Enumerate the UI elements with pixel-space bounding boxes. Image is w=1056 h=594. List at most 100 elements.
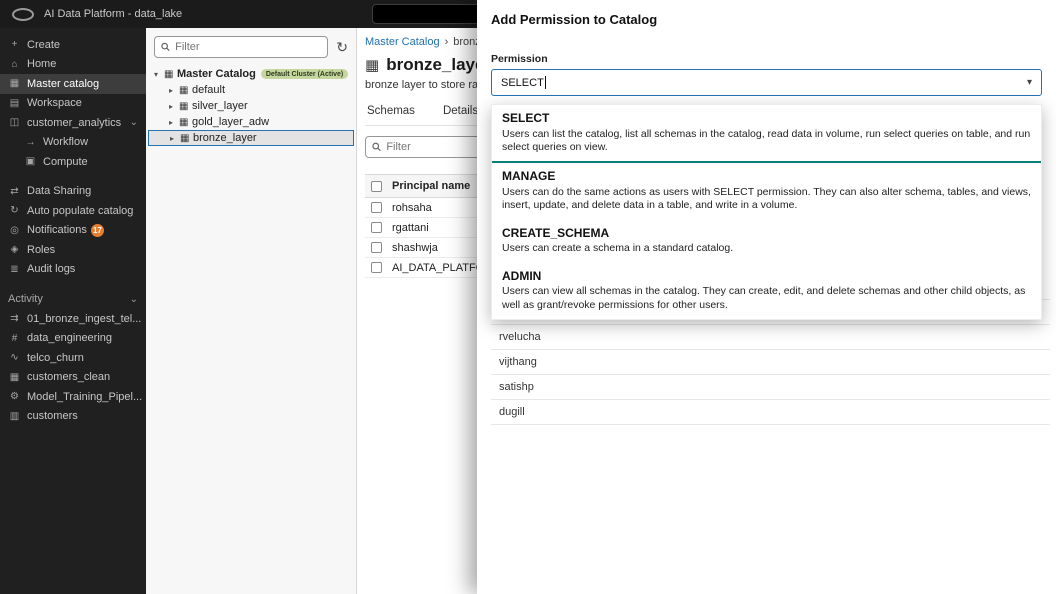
tree-filter[interactable]	[154, 36, 328, 58]
app-logo	[12, 8, 34, 21]
sidebar-item-workspace[interactable]: ▤ Workspace	[0, 94, 146, 114]
sidebar-item-label: Notifications	[27, 224, 87, 236]
option-name: MANAGE	[502, 169, 1031, 183]
breadcrumb-parent-link[interactable]: Master Catalog	[365, 36, 440, 48]
option-description: Users can do the same actions as users w…	[502, 186, 1031, 213]
permission-select-value: SELECT	[501, 77, 544, 89]
app-title: AI Data Platform - data_lake	[44, 8, 182, 20]
sidebar-item-compute[interactable]: ▣ Compute	[0, 152, 146, 172]
app-icon: ◫	[8, 117, 21, 128]
tree-node-master-catalog[interactable]: ▾ ▦ Master Catalog Default Cluster (Acti…	[146, 66, 356, 82]
sidebar-activity-item-4[interactable]: ⚙ Model_Training_Pipel...	[0, 387, 146, 407]
row-checkbox[interactable]	[371, 222, 382, 233]
sidebar-item-label: Create	[27, 39, 60, 51]
sidebar-activity-item-2[interactable]: ∿ telco_churn	[0, 348, 146, 368]
principal-option[interactable]: rvelucha	[491, 325, 1050, 350]
catalog-tree: ▾ ▦ Master Catalog Default Cluster (Acti…	[146, 66, 356, 146]
catalog-tree-panel: ↻ ▾ ▦ Master Catalog Default Cluster (Ac…	[146, 28, 357, 594]
workflow-icon: →	[24, 137, 37, 148]
tree-node-default[interactable]: ▸ ▦ default	[146, 82, 356, 98]
principal-option-label: satishp	[499, 381, 534, 393]
principal-option-label: dugill	[499, 406, 525, 418]
collapse-arrow-icon[interactable]: ▸	[169, 86, 179, 95]
sidebar-item-auto-populate-catalog[interactable]: ↻ Auto populate catalog	[0, 201, 146, 221]
sidebar-item-label: Roles	[27, 244, 55, 256]
sidebar-activity-item-1[interactable]: # data_engineering	[0, 329, 146, 349]
tree-node-label: silver_layer	[192, 100, 248, 112]
chevron-down-icon[interactable]: ⌄	[130, 117, 138, 128]
sidebar-activity-item-0[interactable]: ⇉ 01_bronze_ingest_tel...	[0, 309, 146, 329]
tree-node-label: Master Catalog	[177, 68, 256, 80]
sidebar-spacer	[0, 172, 146, 182]
populate-icon: ↻	[8, 205, 21, 216]
cluster-status-badge: Default Cluster (Active)	[261, 69, 348, 79]
option-description: Users can list the catalog, list all sch…	[502, 128, 1031, 155]
row-checkbox[interactable]	[371, 262, 382, 273]
permission-option-create-schema[interactable]: CREATE_SCHEMA Users can create a schema …	[492, 220, 1041, 263]
sidebar-item-notifications[interactable]: ◎ Notifications 17	[0, 221, 146, 241]
tab-details[interactable]: Details	[441, 102, 480, 125]
sidebar-item-label: Master catalog	[27, 78, 99, 90]
sidebar-item-audit-logs[interactable]: ≣ Audit logs	[0, 260, 146, 280]
sidebar-item-workflow[interactable]: → Workflow	[0, 133, 146, 153]
collapse-arrow-icon[interactable]: ▸	[169, 118, 179, 127]
tree-filter-input[interactable]	[175, 41, 321, 53]
permission-option-manage[interactable]: MANAGE Users can do the same actions as …	[492, 163, 1041, 219]
permission-option-admin[interactable]: ADMIN Users can view all schemas in the …	[492, 263, 1041, 319]
principal-option-label: vijthang	[499, 356, 537, 368]
row-checkbox[interactable]	[371, 242, 382, 253]
catalog-icon: ▦	[8, 78, 21, 89]
permission-option-select[interactable]: SELECT Users can list the catalog, list …	[492, 105, 1041, 163]
principal-name: rohsaha	[392, 202, 432, 214]
sidebar-item-label: Workflow	[43, 136, 88, 148]
sidebar: + Create ⌂ Home ▦ Master catalog ▤ Works…	[0, 28, 146, 594]
principal-option[interactable]: dugill	[491, 400, 1050, 425]
sidebar-item-label: customers	[27, 410, 78, 422]
collapse-arrow-icon[interactable]: ▸	[170, 134, 180, 143]
tab-schemas[interactable]: Schemas	[365, 102, 417, 125]
sidebar-item-roles[interactable]: ◈ Roles	[0, 240, 146, 260]
sidebar-activity-item-5[interactable]: ▥ customers	[0, 407, 146, 427]
expand-arrow-icon[interactable]: ▾	[154, 70, 164, 79]
sidebar-item-label: telco_churn	[27, 352, 84, 364]
chevron-down-icon[interactable]: ⌄	[130, 294, 138, 305]
sidebar-item-home[interactable]: ⌂ Home	[0, 55, 146, 75]
modal-title: Add Permission to Catalog	[477, 0, 1056, 27]
sidebar-activity-item-3[interactable]: ▦ customers_clean	[0, 368, 146, 388]
principal-name-header: Principal name	[392, 180, 470, 192]
sidebar-item-label: Auto populate catalog	[27, 205, 133, 217]
sidebar-item-create[interactable]: + Create	[0, 35, 146, 55]
sidebar-item-label: data_engineering	[27, 332, 112, 344]
roles-icon: ◈	[8, 244, 21, 255]
sidebar-item-label: Workspace	[27, 97, 82, 109]
row-checkbox[interactable]	[371, 202, 382, 213]
bell-icon: ◎	[8, 225, 21, 236]
breadcrumb-separator: ›	[445, 36, 449, 48]
add-permission-modal: Add Permission to Catalog Permission SEL…	[477, 0, 1056, 594]
search-icon	[372, 142, 381, 152]
sidebar-item-customer-analytics[interactable]: ◫ customer_analytics ⌄	[0, 113, 146, 133]
option-name: CREATE_SCHEMA	[502, 226, 1031, 240]
option-description: Users can view all schemas in the catalo…	[502, 285, 1031, 312]
principal-option[interactable]: satishp	[491, 375, 1050, 400]
sidebar-item-master-catalog[interactable]: ▦ Master catalog	[0, 74, 146, 94]
permission-select[interactable]: SELECT ▾	[491, 69, 1042, 96]
workspace-icon: ▤	[8, 98, 21, 109]
tree-node-gold-layer-adw[interactable]: ▸ ▦ gold_layer_adw	[146, 114, 356, 130]
select-all-checkbox[interactable]	[371, 181, 382, 192]
sidebar-item-label: Compute	[43, 156, 88, 168]
sidebar-section-activity[interactable]: Activity ⌄	[0, 289, 146, 309]
collapse-arrow-icon[interactable]: ▸	[169, 102, 179, 111]
run-icon: ⇉	[8, 313, 21, 324]
tree-node-bronze-layer[interactable]: ▸ ▦ bronze_layer	[148, 130, 354, 146]
principal-option[interactable]: vijthang	[491, 350, 1050, 375]
principal-option-label: rvelucha	[499, 331, 541, 343]
tree-node-silver-layer[interactable]: ▸ ▦ silver_layer	[146, 98, 356, 114]
option-description: Users can create a schema in a standard …	[502, 242, 1031, 255]
refresh-icon[interactable]: ↻	[336, 40, 348, 54]
option-name: SELECT	[502, 111, 1031, 125]
sidebar-item-label: 01_bronze_ingest_tel...	[27, 313, 141, 325]
permission-label: Permission	[491, 53, 1042, 65]
sidebar-item-data-sharing[interactable]: ⇄ Data Sharing	[0, 182, 146, 202]
tree-filter-row: ↻	[146, 28, 356, 64]
